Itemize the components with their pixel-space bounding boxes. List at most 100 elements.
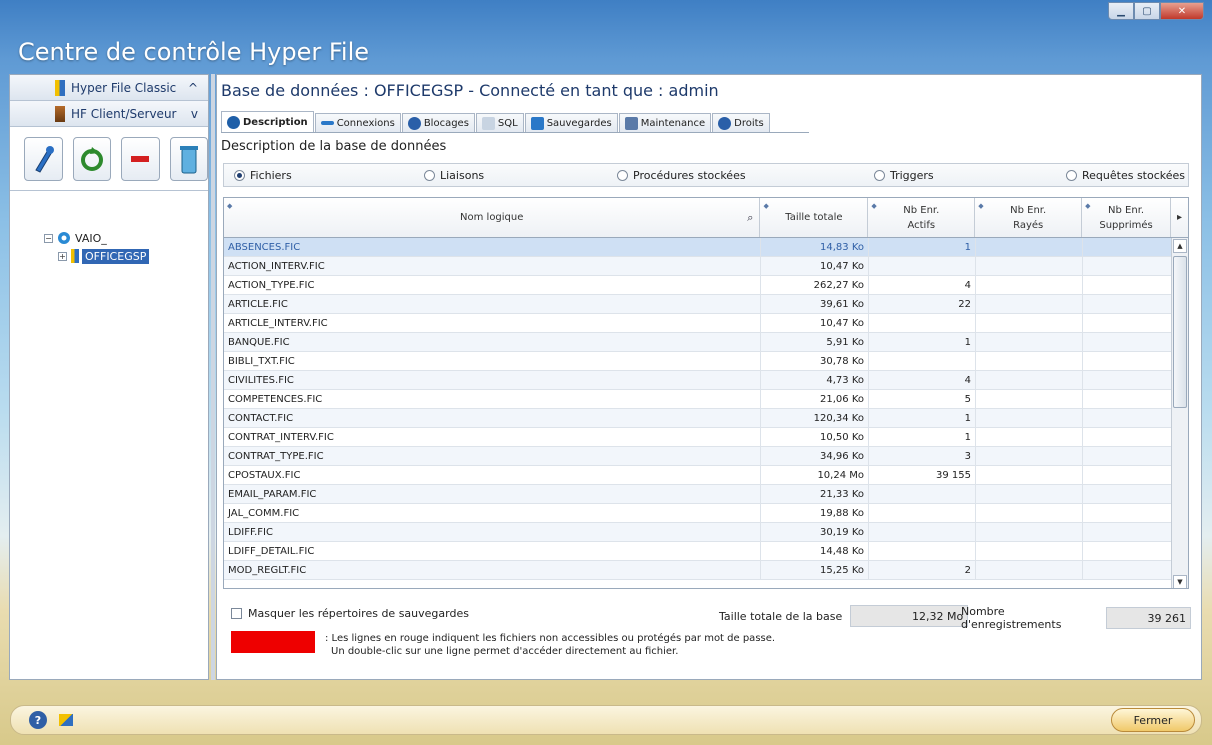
tab-label: Sauvegardes [546, 117, 612, 129]
cell-nom: ACTION_INTERV.FIC [224, 257, 761, 275]
fermer-button[interactable]: Fermer [1111, 708, 1195, 732]
radio-dot[interactable] [424, 169, 435, 181]
table-row[interactable]: MOD_REGLT.FIC 15,25 Ko 2 [224, 561, 1188, 580]
table-row[interactable]: BIBLI_TXT.FIC 30,78 Ko [224, 352, 1188, 371]
cell-rayes [976, 352, 1083, 370]
cell-supprimes [1083, 504, 1172, 522]
sort-icon[interactable]: ◆ [763, 199, 768, 214]
tab-connexions[interactable]: Connexions [314, 113, 401, 132]
table-row[interactable]: LDIFF_DETAIL.FIC 14,48 Ko [224, 542, 1188, 561]
radio-dot[interactable] [617, 169, 628, 181]
tab-droits[interactable]: Droits [712, 113, 770, 132]
close-window-button[interactable]: ✕ [1160, 2, 1204, 20]
table-row[interactable]: CONTACT.FIC 120,34 Ko 1 [224, 409, 1188, 428]
cell-actifs: 22 [869, 295, 976, 313]
screenshot-icon[interactable] [59, 714, 73, 726]
tree-node-server[interactable]: − VAIO_ [44, 229, 208, 247]
tab-label: Connexions [336, 117, 395, 129]
refresh-icon [80, 146, 103, 171]
record-count: Nombre d'enregistrements 39 261 [961, 605, 1191, 631]
cell-rayes [976, 295, 1083, 313]
header-label: Rayés [1013, 219, 1044, 231]
radio-liaisons[interactable]: Liaisons [424, 169, 484, 182]
cell-actifs: 4 [869, 371, 976, 389]
collapse-icon[interactable]: − [44, 233, 53, 243]
trash-button[interactable] [169, 136, 208, 181]
footer-bar: ? Fermer [10, 705, 1202, 735]
help-icon[interactable]: ? [29, 711, 47, 729]
radio-triggers[interactable]: Triggers [874, 169, 934, 182]
radio-dot[interactable] [234, 169, 245, 181]
table-row[interactable]: ACTION_INTERV.FIC 10,47 Ko [224, 257, 1188, 276]
table-row[interactable]: BANQUE.FIC 5,91 Ko 1 [224, 333, 1188, 352]
scroll-up-icon[interactable]: ▲ [1173, 239, 1187, 253]
scroll-right-icon[interactable]: ▸ [1171, 198, 1188, 237]
table-row[interactable]: ACTION_TYPE.FIC 262,27 Ko 4 [224, 276, 1188, 295]
table-row[interactable]: JAL_COMM.FIC 19,88 Ko [224, 504, 1188, 523]
table-row[interactable]: CIVILITES.FIC 4,73 Ko 4 [224, 371, 1188, 390]
scroll-down-icon[interactable]: ▼ [1173, 575, 1187, 588]
table-row[interactable]: EMAIL_PARAM.FIC 21,33 Ko [224, 485, 1188, 504]
header-nom-logique[interactable]: ◆ Nom logique ⌕ [224, 198, 761, 237]
sort-icon[interactable]: ◆ [978, 199, 983, 214]
cell-rayes [976, 466, 1083, 484]
table-row[interactable]: ARTICLE.FIC 39,61 Ko 22 [224, 295, 1188, 314]
radio-procedures[interactable]: Procédures stockées [617, 169, 746, 182]
cell-rayes [976, 485, 1083, 503]
vertical-scrollbar[interactable]: ▲ ▼ [1171, 238, 1188, 588]
table-row[interactable]: CPOSTAUX.FIC 10,24 Mo 39 155 [224, 466, 1188, 485]
refresh-button[interactable] [72, 136, 111, 181]
chevron-up-icon[interactable]: ^ [188, 81, 198, 95]
radio-dot[interactable] [1066, 169, 1077, 181]
cell-actifs [869, 523, 976, 541]
table-row[interactable]: ARTICLE_INTERV.FIC 10,47 Ko [224, 314, 1188, 333]
cell-supprimes [1083, 428, 1172, 446]
tab-label: Droits [734, 117, 764, 129]
table-row[interactable]: CONTRAT_INTERV.FIC 10,50 Ko 1 [224, 428, 1188, 447]
cell-nom: COMPETENCES.FIC [224, 390, 761, 408]
tab-sql[interactable]: SQL [475, 113, 524, 132]
sort-icon[interactable]: ◆ [227, 199, 232, 214]
tab-blocages[interactable]: Blocages [401, 113, 475, 132]
chevron-down-icon[interactable]: v [191, 107, 198, 121]
accordion-hyperfile-classic[interactable]: Hyper File Classic ^ [10, 75, 208, 101]
cell-nom: CONTACT.FIC [224, 409, 761, 427]
accordion-hf-client-serveur[interactable]: HF Client/Serveur v [10, 101, 208, 127]
expand-icon[interactable]: + [58, 251, 67, 261]
tab-sauvegardes[interactable]: Sauvegardes [524, 113, 618, 132]
remove-button[interactable] [121, 136, 160, 181]
tab-maintenance[interactable]: Maintenance [618, 113, 712, 132]
cell-rayes [976, 504, 1083, 522]
pen-button[interactable] [24, 136, 63, 181]
tab-description[interactable]: Description [221, 111, 314, 132]
checkbox-label: Masquer les répertoires de sauvegardes [248, 607, 469, 620]
header-actifs[interactable]: ◆ Nb Enr. Actifs [868, 198, 976, 237]
sort-icon[interactable]: ◆ [871, 199, 876, 214]
scroll-thumb[interactable] [1173, 256, 1187, 408]
cell-taille: 30,78 Ko [761, 352, 869, 370]
maximize-button[interactable]: ▢ [1134, 2, 1160, 20]
table-row[interactable]: CONTRAT_TYPE.FIC 34,96 Ko 3 [224, 447, 1188, 466]
header-supprimes[interactable]: ◆ Nb Enr. Supprimés [1082, 198, 1172, 237]
table-row[interactable]: ABSENCES.FIC 14,83 Ko 1 [224, 238, 1188, 257]
cell-supprimes [1083, 333, 1172, 351]
table-row[interactable]: LDIFF.FIC 30,19 Ko [224, 523, 1188, 542]
panel-splitter[interactable] [211, 74, 215, 680]
radio-dot[interactable] [874, 169, 885, 181]
cell-taille: 30,19 Ko [761, 523, 869, 541]
sort-icon[interactable]: ◆ [1085, 199, 1090, 214]
hf-server-icon [55, 105, 65, 122]
header-rayes[interactable]: ◆ Nb Enr. Rayés [975, 198, 1083, 237]
accordion-label: Hyper File Classic [71, 80, 177, 95]
tree-node-database[interactable]: + OFFICEGSP [44, 247, 208, 265]
header-taille[interactable]: ◆ Taille totale [760, 198, 869, 237]
hide-backups-checkbox[interactable]: Masquer les répertoires de sauvegardes [231, 607, 469, 620]
radio-requetes[interactable]: Requêtes stockées [1066, 169, 1185, 182]
radio-fichiers[interactable]: Fichiers [234, 169, 292, 182]
minimize-button[interactable]: ▁ [1108, 2, 1134, 20]
checkbox-box[interactable] [231, 608, 242, 619]
cell-supprimes [1083, 257, 1172, 275]
table-row[interactable]: COMPETENCES.FIC 21,06 Ko 5 [224, 390, 1188, 409]
search-icon[interactable]: ⌕ [747, 210, 753, 225]
legend-line: Un double-clic sur une ligne permet d'ac… [331, 646, 679, 657]
